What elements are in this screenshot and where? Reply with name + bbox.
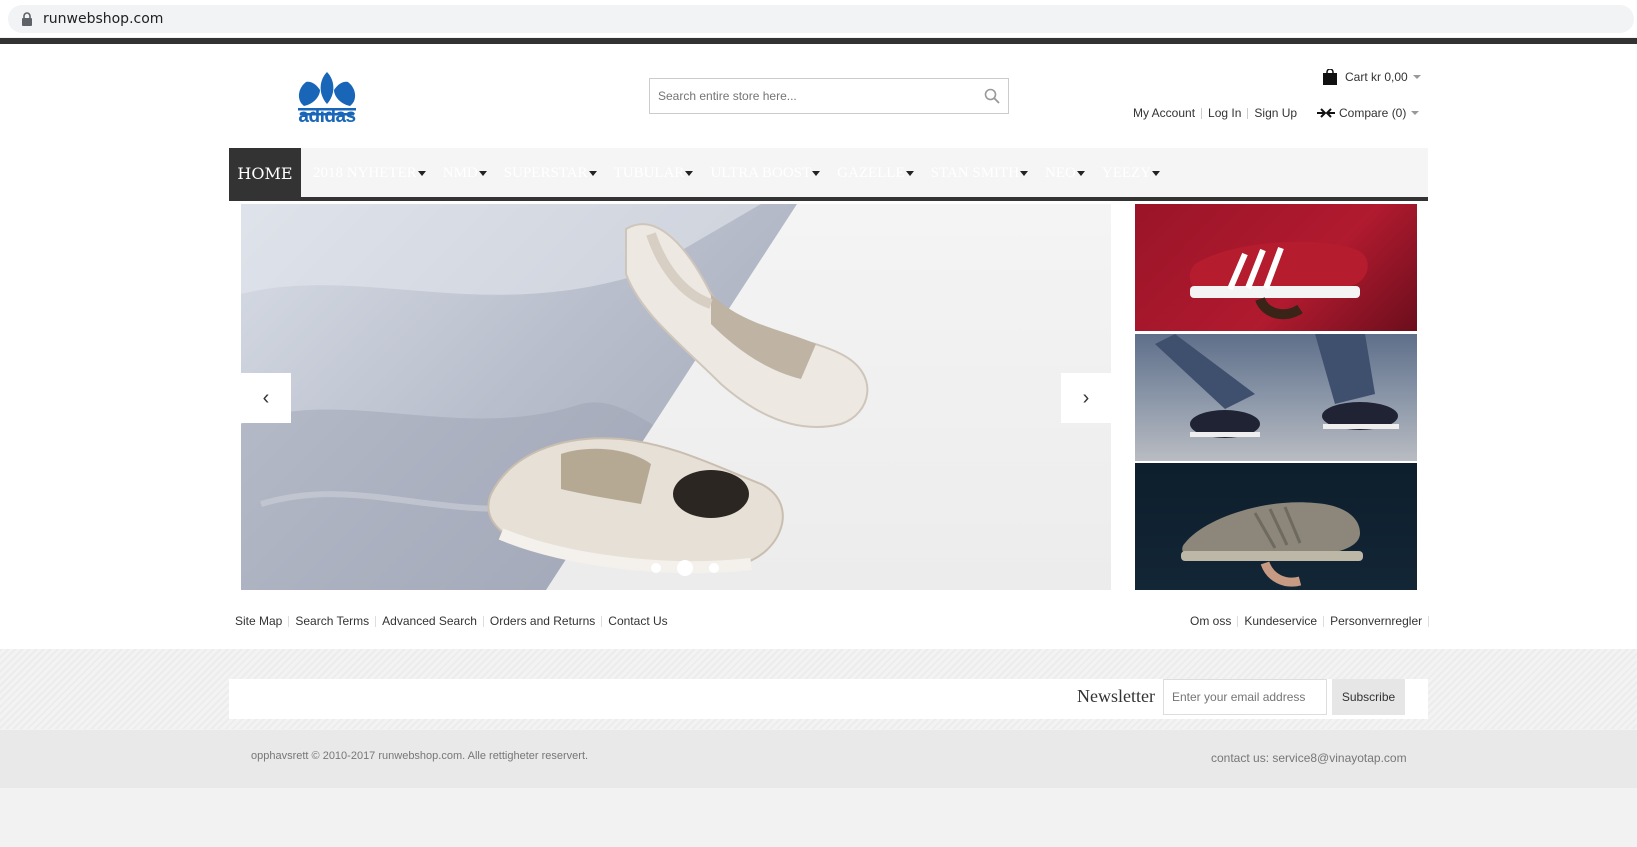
kundeservice-link[interactable]: Kundeservice <box>1244 614 1317 628</box>
footer-links-right: Om oss Kundeservice Personvernregler <box>1190 614 1435 628</box>
nav-item-nmd[interactable]: NMD <box>443 165 487 182</box>
lock-icon <box>22 12 32 26</box>
divider <box>601 615 603 627</box>
nav-items: 2018 NYHETER NMD SUPERSTAR TUBULAR ULTRA… <box>313 148 1177 198</box>
nav-item-yeezy[interactable]: YEEZY <box>1101 164 1161 182</box>
url-text[interactable]: runwebshop.com <box>43 11 163 27</box>
personvernregler-link[interactable]: Personvernregler <box>1330 614 1422 628</box>
contact-us-link[interactable]: Contact Us <box>608 614 667 628</box>
caret-down-icon <box>1152 170 1161 176</box>
nav-item-label: NEO <box>1045 164 1076 181</box>
slider-dot-2-active[interactable] <box>677 560 693 576</box>
main-navigation: HOME 2018 NYHETER NMD SUPERSTAR TUBULAR … <box>229 148 1428 201</box>
log-in-link[interactable]: Log In <box>1208 106 1241 120</box>
divider <box>375 615 377 627</box>
divider <box>1428 615 1430 627</box>
browser-toolbar: runwebshop.com <box>0 0 1637 37</box>
orders-returns-link[interactable]: Orders and Returns <box>490 614 595 628</box>
caret-down-icon <box>812 170 821 176</box>
caret-down-icon <box>1020 170 1029 176</box>
nav-item-label: GAZELLE <box>837 164 905 181</box>
banner-yeezy[interactable] <box>1135 463 1417 590</box>
nav-item-label: SUPERSTAR <box>503 164 588 181</box>
caret-down-icon <box>685 170 694 176</box>
divider <box>1247 107 1249 119</box>
caret-down-icon <box>1076 170 1085 176</box>
compare-dropdown[interactable]: Compare (0) <box>1316 106 1420 120</box>
search-box <box>649 78 1009 114</box>
slider-pagination <box>643 560 727 576</box>
shopping-bag-icon <box>1323 69 1337 85</box>
slider-next-button[interactable]: › <box>1061 373 1111 423</box>
account-links: My Account Log In Sign Up <box>1133 106 1297 120</box>
divider <box>1237 615 1239 627</box>
red-sneaker-image <box>1189 241 1368 320</box>
nav-item-neo[interactable]: NEO <box>1045 165 1085 182</box>
compare-arrows-icon <box>1317 108 1335 118</box>
my-account-link[interactable]: My Account <box>1133 106 1195 120</box>
nav-item-label: STAN SMITH <box>930 164 1020 181</box>
compare-label: Compare (0) <box>1339 106 1407 120</box>
logo-wordmark: adidas <box>298 106 356 127</box>
cart-label: Cart kr 0,00 <box>1345 70 1408 84</box>
newsletter-email-input[interactable] <box>1163 679 1327 715</box>
search-input[interactable] <box>650 79 970 113</box>
om-oss-link[interactable]: Om oss <box>1190 614 1231 628</box>
copyright-text: opphavsrett © 2010-2017 runwebshop.com. … <box>251 750 589 762</box>
caret-down-icon <box>588 170 597 176</box>
footer-links-left: Site Map Search Terms Advanced Search Or… <box>235 614 668 628</box>
sign-up-link[interactable]: Sign Up <box>1254 106 1297 120</box>
divider <box>1323 615 1325 627</box>
caret-down-icon <box>905 170 914 176</box>
banner-nmd-street[interactable] <box>1135 334 1417 461</box>
subscribe-button[interactable]: Subscribe <box>1332 679 1405 715</box>
hero-slider: ‹ › <box>241 204 1111 590</box>
divider <box>1201 107 1203 119</box>
slider-dot-3[interactable] <box>709 563 719 573</box>
search-icon[interactable] <box>984 88 1000 104</box>
nav-item-tubular[interactable]: TUBULAR <box>614 165 694 182</box>
slider-prev-button[interactable]: ‹ <box>241 373 291 423</box>
nav-item-stan-smith[interactable]: STAN SMITH <box>930 164 1029 182</box>
newsletter-title: Newsletter <box>1077 686 1155 706</box>
nav-item-superstar[interactable]: SUPERSTAR <box>504 165 597 182</box>
nav-item-label: TUBULAR <box>613 164 685 181</box>
contact-text: contact us: service8@vinayotap.com <box>1211 751 1407 765</box>
nav-item-2018-nyheter[interactable]: 2018 NYHETER <box>313 165 426 182</box>
nav-item-label: 2018 NYHETER <box>313 164 417 181</box>
nav-item-ultra-boost[interactable]: ULTRA BOOST <box>710 164 821 182</box>
nav-item-gazelle[interactable]: GAZELLE <box>837 164 914 182</box>
cart-dropdown[interactable]: Cart kr 0,00 <box>1323 68 1421 86</box>
street-sneakers-image <box>1155 334 1399 438</box>
sneaker-product-image <box>487 223 869 574</box>
banner-superstar-red[interactable] <box>1135 204 1417 331</box>
nav-item-home[interactable]: HOME <box>229 148 301 198</box>
chevron-down-icon <box>1412 75 1421 79</box>
nav-item-label: NMD <box>442 164 478 181</box>
divider <box>288 615 290 627</box>
yeezy-sneaker-image <box>1181 502 1363 587</box>
advanced-search-link[interactable]: Advanced Search <box>382 614 477 628</box>
site-map-link[interactable]: Site Map <box>235 614 282 628</box>
nav-item-label: ULTRA BOOST <box>710 164 812 181</box>
caret-down-icon <box>478 170 487 176</box>
slider-dot-1[interactable] <box>651 563 661 573</box>
caret-down-icon <box>417 170 426 176</box>
nav-item-label: YEEZY <box>1101 164 1152 181</box>
side-banners <box>1135 204 1417 590</box>
address-bar[interactable] <box>8 5 1634 33</box>
divider <box>482 615 484 627</box>
chevron-down-icon <box>1411 111 1420 115</box>
search-terms-link[interactable]: Search Terms <box>295 614 369 628</box>
